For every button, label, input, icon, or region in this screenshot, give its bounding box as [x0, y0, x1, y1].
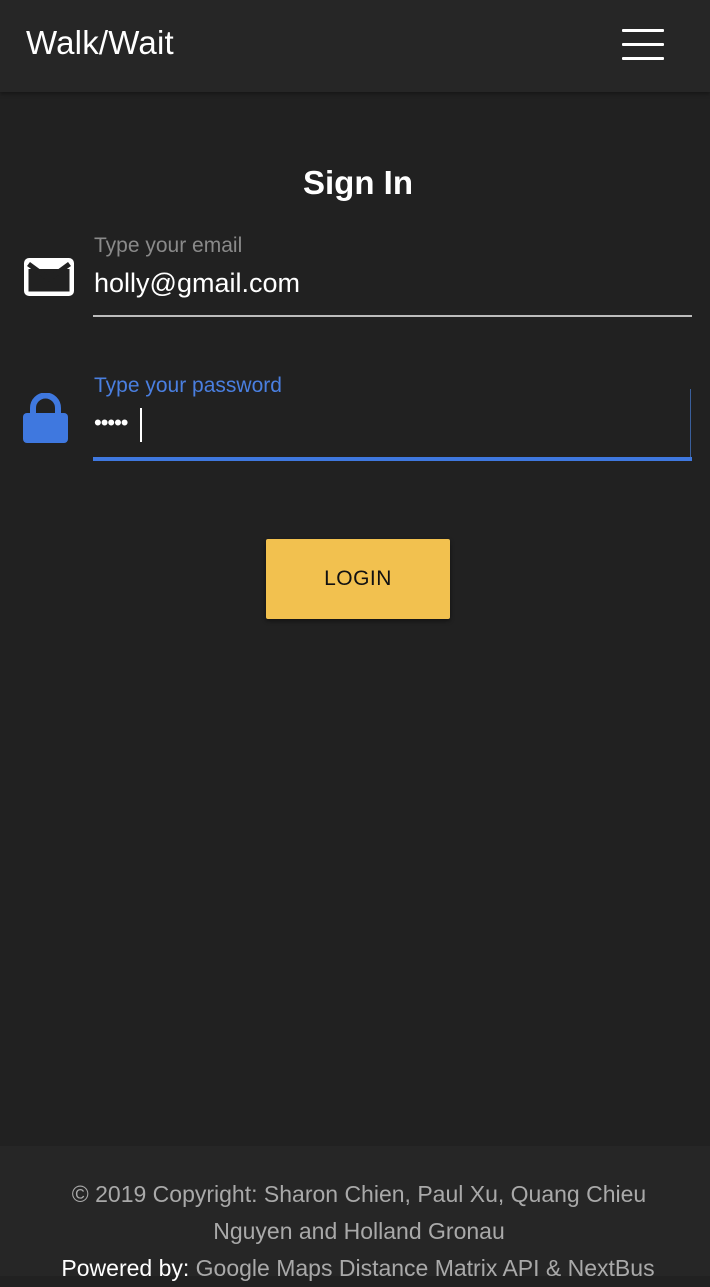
- copyright-text: © 2019 Copyright: Sharon Chien, Paul Xu,…: [71, 1181, 647, 1244]
- app-header: Walk/Wait: [0, 0, 710, 92]
- password-input-box[interactable]: [93, 389, 691, 458]
- lock-icon: [23, 393, 68, 443]
- login-button[interactable]: LOGIN: [266, 539, 450, 619]
- app-title[interactable]: Walk/Wait: [26, 24, 174, 62]
- password-field[interactable]: Type your password •••••: [93, 372, 692, 461]
- page-title: Sign In: [303, 164, 413, 201]
- password-input[interactable]: •••••: [94, 410, 129, 436]
- hamburger-menu-icon[interactable]: [618, 26, 668, 64]
- email-input[interactable]: holly@gmail.com: [94, 268, 300, 299]
- footer: © 2019 Copyright: Sharon Chien, Paul Xu,…: [0, 1146, 710, 1281]
- powered-by-line: Powered by: Google Maps Distance Matrix …: [0, 1250, 710, 1287]
- password-label: Type your password: [94, 374, 282, 397]
- text-cursor: [140, 408, 142, 442]
- powered-by-link[interactable]: Google Maps Distance Matrix API & NextBu…: [196, 1255, 655, 1281]
- email-underline: [93, 315, 692, 317]
- email-field[interactable]: Type your email holly@gmail.com: [93, 232, 692, 318]
- email-label: Type your email: [94, 234, 243, 257]
- powered-by-label: Powered by:: [61, 1255, 190, 1281]
- password-underline-focused: [93, 457, 692, 461]
- envelope-icon: [24, 258, 74, 296]
